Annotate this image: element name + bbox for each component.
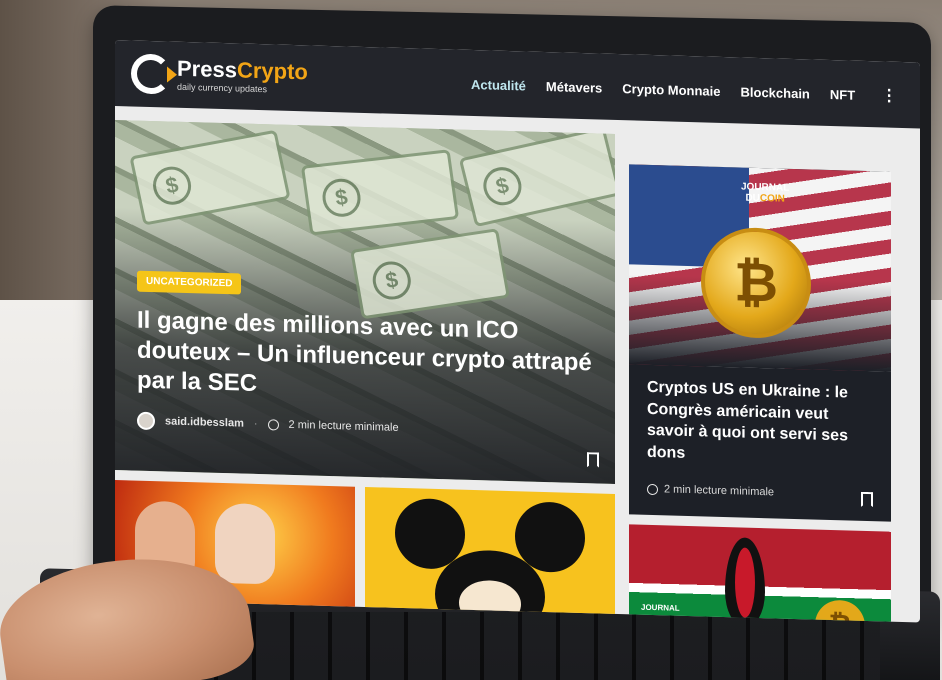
journal-small-logo: JOURNAL	[641, 602, 680, 613]
dollar-sign-icon: $	[479, 163, 526, 209]
article-thumbnail-kenya[interactable]: JOURNAL ₿	[629, 524, 891, 623]
logo-name-prefix: Press	[177, 55, 237, 83]
bookmark-icon[interactable]	[861, 492, 873, 507]
more-vertical-icon[interactable]: ⋮	[881, 85, 897, 105]
banknote-image: $	[458, 126, 615, 228]
journal-logo-bottom: DUCOIN	[741, 192, 789, 205]
clock-icon	[267, 418, 279, 431]
logo-mark-icon	[131, 53, 171, 95]
kenya-shield-image	[725, 537, 765, 623]
side-article-card[interactable]: JOURNAL DUCOIN ₿ Cryptos US en Ukraine :…	[629, 164, 891, 522]
browser-screen: PressCrypto daily currency updates Actua…	[115, 40, 920, 623]
nav-item-actualite[interactable]: Actualité	[471, 76, 526, 93]
dollar-sign-icon: $	[320, 176, 363, 219]
logo-name: PressCrypto	[177, 55, 308, 85]
side-article-title[interactable]: Cryptos US en Ukraine : le Congrès améri…	[647, 377, 879, 470]
bookmark-icon[interactable]	[587, 452, 599, 467]
logo-text: PressCrypto daily currency updates	[177, 55, 308, 96]
journal-logo-bottom-accent: COIN	[759, 193, 785, 205]
banknote-image: $	[129, 129, 291, 226]
journal-du-coin-logo: JOURNAL DUCOIN	[741, 181, 789, 204]
logo-tagline: daily currency updates	[177, 81, 268, 95]
journal-logo-bottom-prefix: DU	[745, 192, 760, 205]
author-avatar[interactable]	[137, 411, 155, 431]
read-time: 2 min lecture minimale	[288, 418, 399, 434]
mask-face-image	[215, 502, 275, 585]
nav-item-nft[interactable]: NFT	[830, 86, 855, 102]
logo-name-accent: Crypto	[236, 57, 308, 85]
hero-content: Uncategorized Il gagne des millions avec…	[137, 270, 597, 443]
site-logo[interactable]: PressCrypto daily currency updates	[131, 53, 308, 98]
meta-separator: ·	[253, 417, 258, 430]
nav-item-crypto-monnaie[interactable]: Crypto Monnaie	[622, 81, 720, 99]
hero-article-card[interactable]: $ $ $ $ Uncategorized Il gagne des milli…	[115, 120, 615, 484]
laptop-keyboard	[180, 612, 880, 680]
bitcoin-coin-icon: ₿	[815, 599, 865, 623]
hero-title[interactable]: Il gagne des millions avec un ICO douteu…	[137, 306, 597, 409]
article-thumbnail-mickey[interactable]	[365, 486, 615, 623]
author-name[interactable]: said.idbesslam	[165, 415, 244, 429]
nav-item-metavers[interactable]: Métavers	[546, 79, 602, 96]
category-badge[interactable]: Uncategorized	[137, 270, 242, 295]
side-read-time: 2 min lecture minimale	[664, 483, 775, 499]
main-nav: Actualité Métavers Crypto Monnaie Blockc…	[471, 74, 897, 106]
dollar-sign-icon: $	[149, 163, 195, 208]
nav-item-blockchain[interactable]: Blockchain	[741, 84, 810, 101]
hero-meta: said.idbesslam · 2 min lecture minimale	[137, 411, 597, 443]
clock-icon	[647, 483, 658, 495]
banknote-image: $	[300, 149, 460, 236]
side-article-meta: 2 min lecture minimale	[647, 483, 775, 499]
